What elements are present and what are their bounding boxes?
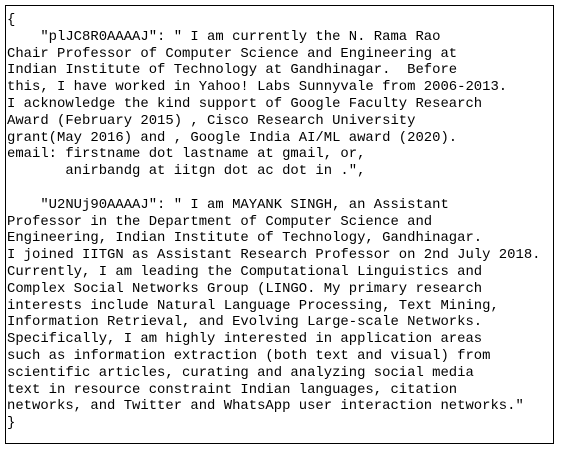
text-line: Award (February 2015) , Cisco Research U… (7, 112, 416, 129)
text-line: Complex Social Networks Group (LINGO. My… (7, 280, 483, 297)
text-line: Information Retrieval, and Evolving Larg… (7, 314, 483, 331)
text-line: Specifically, I am highly interested in … (7, 331, 483, 348)
text-line: I acknowledge the kind support of Google… (7, 95, 483, 112)
text-line: Engineering, Indian Institute of Technol… (7, 230, 483, 247)
text-line: email: firstname dot lastname at gmail, … (7, 146, 366, 163)
text-line: this, I have worked in Yahoo! Labs Sunny… (7, 79, 508, 96)
document-frame: { "plJC8R0AAAAJ": " I am currently the N… (5, 5, 554, 444)
text-line: "U2NUj90AAAAJ": " I am MAYANK SINGH, an … (7, 196, 449, 213)
text-line-open-brace: { (7, 12, 16, 28)
text-line: scientific articles, curating and analyz… (7, 364, 474, 381)
text-line: interests include Natural Language Proce… (7, 297, 499, 314)
text-line: anirbandg at iitgn dot ac dot in .", (7, 163, 366, 180)
text-line: grant(May 2016) and , Google India AI/ML… (7, 129, 458, 146)
text-line: such as information extraction (both tex… (7, 347, 491, 364)
text-line: "plJC8R0AAAAJ": " I am currently the N. … (7, 28, 441, 45)
text-line: text in resource constraint Indian langu… (7, 381, 458, 398)
text-line: Professor in the Department of Computer … (7, 213, 433, 230)
text-line: Indian Institute of Technology at Gandhi… (7, 62, 458, 79)
text-line: Chair Professor of Computer Science and … (7, 45, 458, 62)
text-line: networks, and Twitter and WhatsApp user … (7, 398, 524, 415)
json-text-block: { "plJC8R0AAAAJ": " I am currently the N… (7, 12, 541, 432)
text-line: Currently, I am leading the Computationa… (7, 263, 483, 280)
text-line: I joined IITGN as Assistant Research Pro… (7, 247, 541, 264)
text-line-close-brace: } (7, 415, 16, 432)
